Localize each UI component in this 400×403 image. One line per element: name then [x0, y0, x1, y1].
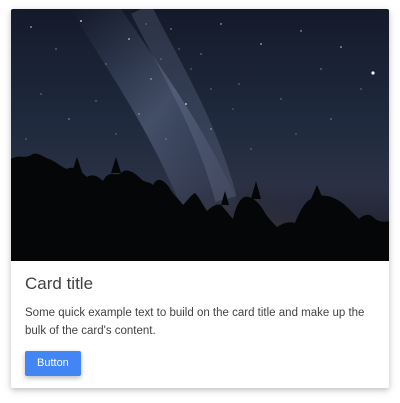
- card: Card title Some quick example text to bu…: [11, 9, 389, 388]
- card-button[interactable]: Button: [25, 351, 81, 376]
- card-title: Card title: [25, 274, 94, 293]
- night-sky-photo: [11, 9, 389, 261]
- card-body: Card title Some quick example text to bu…: [11, 261, 389, 376]
- card-image: [11, 9, 389, 261]
- card-text: Some quick example text to build on the …: [25, 307, 365, 337]
